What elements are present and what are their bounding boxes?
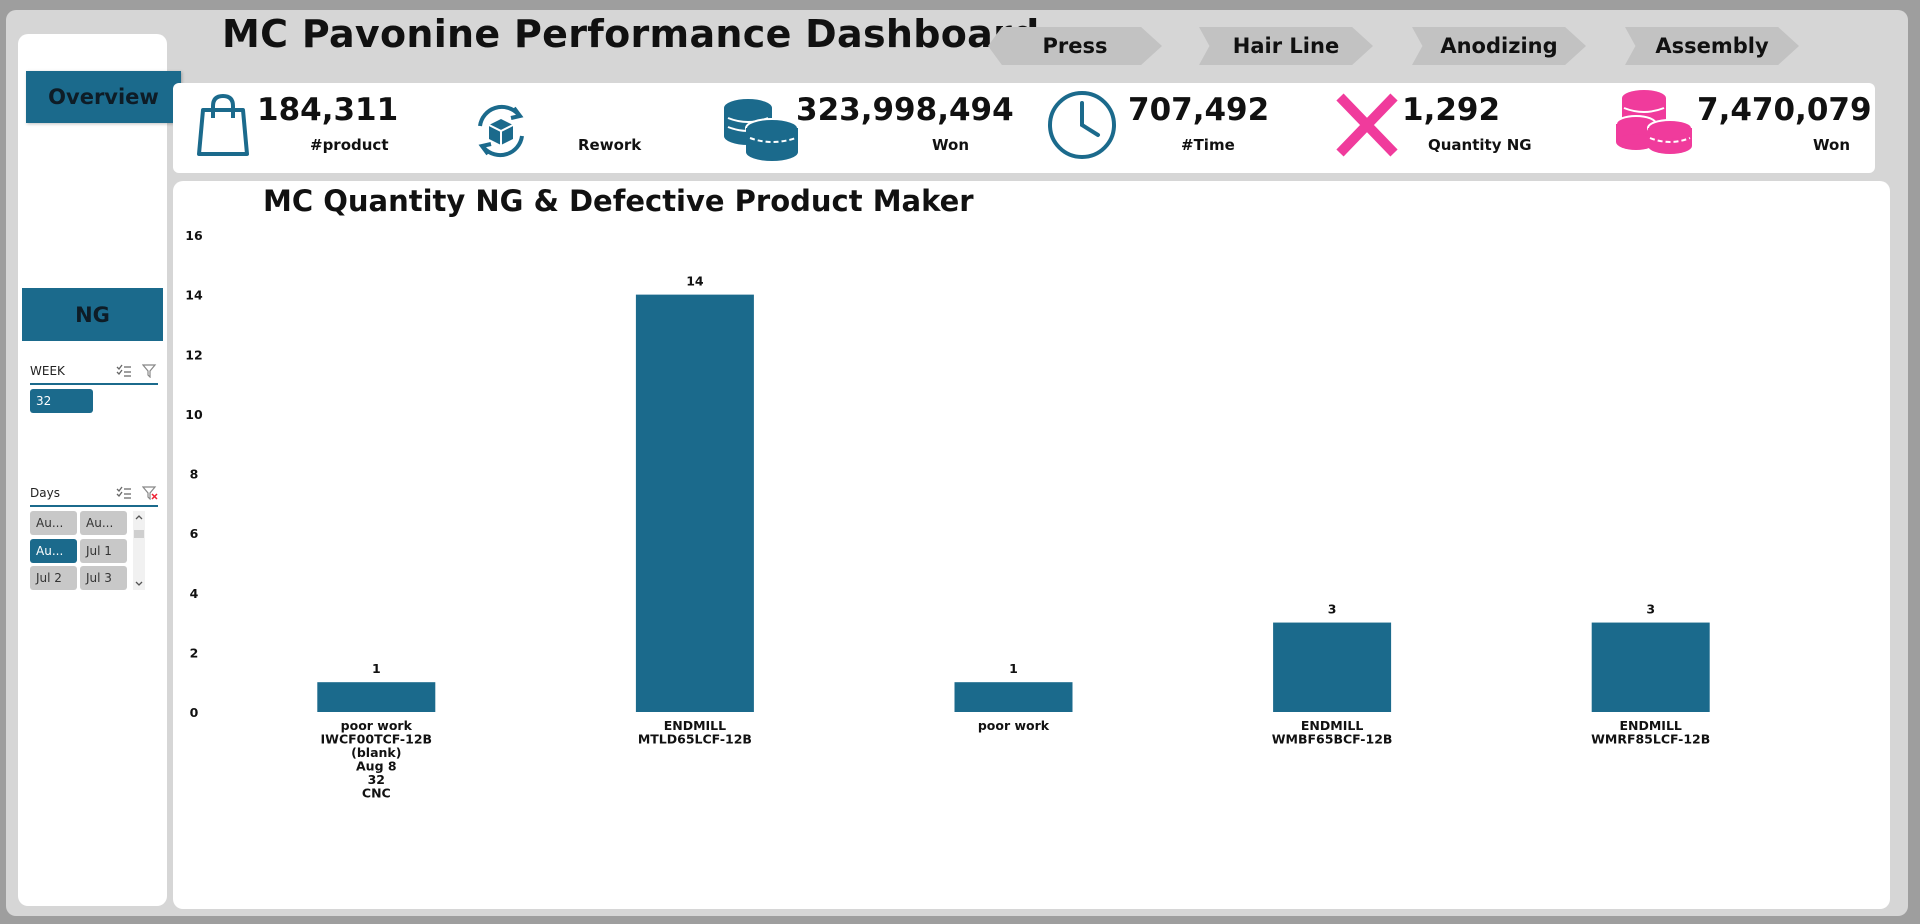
data-label: 1 — [1009, 661, 1018, 676]
y-tick-label: 8 — [190, 467, 199, 482]
bar — [317, 682, 436, 712]
bar — [1591, 622, 1710, 712]
bar — [1273, 622, 1392, 712]
y-tick-label: 14 — [185, 288, 203, 303]
y-tick-label: 2 — [190, 645, 199, 660]
data-label: 3 — [1646, 602, 1655, 617]
y-tick-label: 16 — [185, 228, 203, 243]
data-label: 3 — [1328, 602, 1337, 617]
category-label: WMRF85LCF-12B — [1591, 732, 1710, 747]
y-tick-label: 4 — [190, 586, 199, 601]
y-tick-label: 0 — [190, 705, 199, 720]
y-tick-label: 12 — [185, 347, 202, 362]
y-tick-label: 10 — [185, 407, 203, 422]
data-label: 1 — [372, 661, 381, 676]
y-tick-label: 6 — [190, 526, 199, 541]
bar-chart: 02468101214161poor workIWCF00TCF-12B(bla… — [185, 228, 1710, 801]
category-label: MTLD65LCF-12B — [638, 732, 752, 747]
category-label: WMBF65BCF-12B — [1272, 732, 1393, 747]
bar — [954, 682, 1073, 712]
category-label: poor work — [978, 718, 1050, 733]
bar — [635, 294, 754, 712]
category-label: CNC — [362, 786, 391, 801]
data-label: 14 — [686, 274, 704, 289]
